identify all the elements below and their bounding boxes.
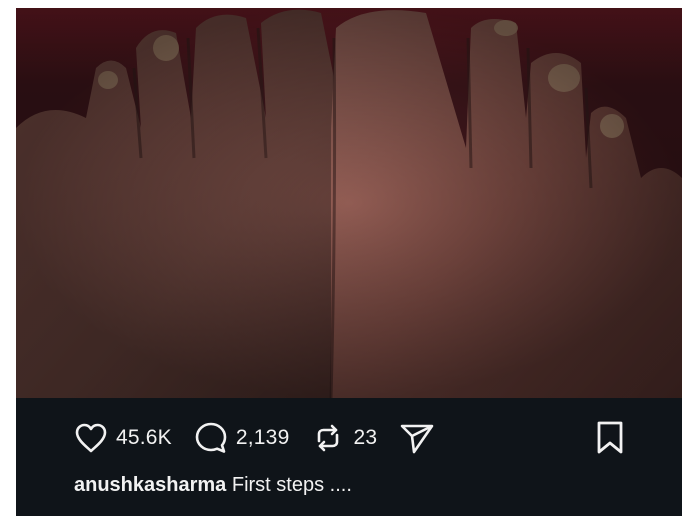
caption-text: First steps ....: [231, 474, 352, 496]
share-button[interactable]: [399, 421, 435, 455]
bookmark-icon: [597, 421, 623, 454]
comment-count: 2,139: [235, 426, 290, 449]
comment-bubble-icon: [195, 422, 227, 453]
post-photo[interactable]: [16, 8, 682, 398]
feet-photo-illustration: [16, 8, 682, 398]
bookmark-button[interactable]: [594, 420, 626, 461]
repost-button[interactable]: 23: [311, 421, 377, 455]
post-actions: 45.6K 2,139 23: [74, 420, 457, 456]
caption-username[interactable]: anushkasharma: [74, 474, 226, 496]
like-count: 45.6K: [116, 426, 172, 449]
comment-button[interactable]: 2,139: [194, 421, 290, 455]
post-action-bar: 45.6K 2,139 23 anushkasharma First steps…: [16, 398, 682, 516]
like-button[interactable]: 45.6K: [74, 422, 172, 454]
repost-count: 23: [353, 426, 378, 449]
post-caption: anushkasharma First steps ....: [74, 474, 352, 497]
send-icon: [400, 424, 434, 454]
repost-icon: [318, 424, 339, 452]
post-card: 45.6K 2,139 23 anushkasharma First steps…: [16, 8, 682, 516]
heart-icon: [75, 423, 107, 453]
